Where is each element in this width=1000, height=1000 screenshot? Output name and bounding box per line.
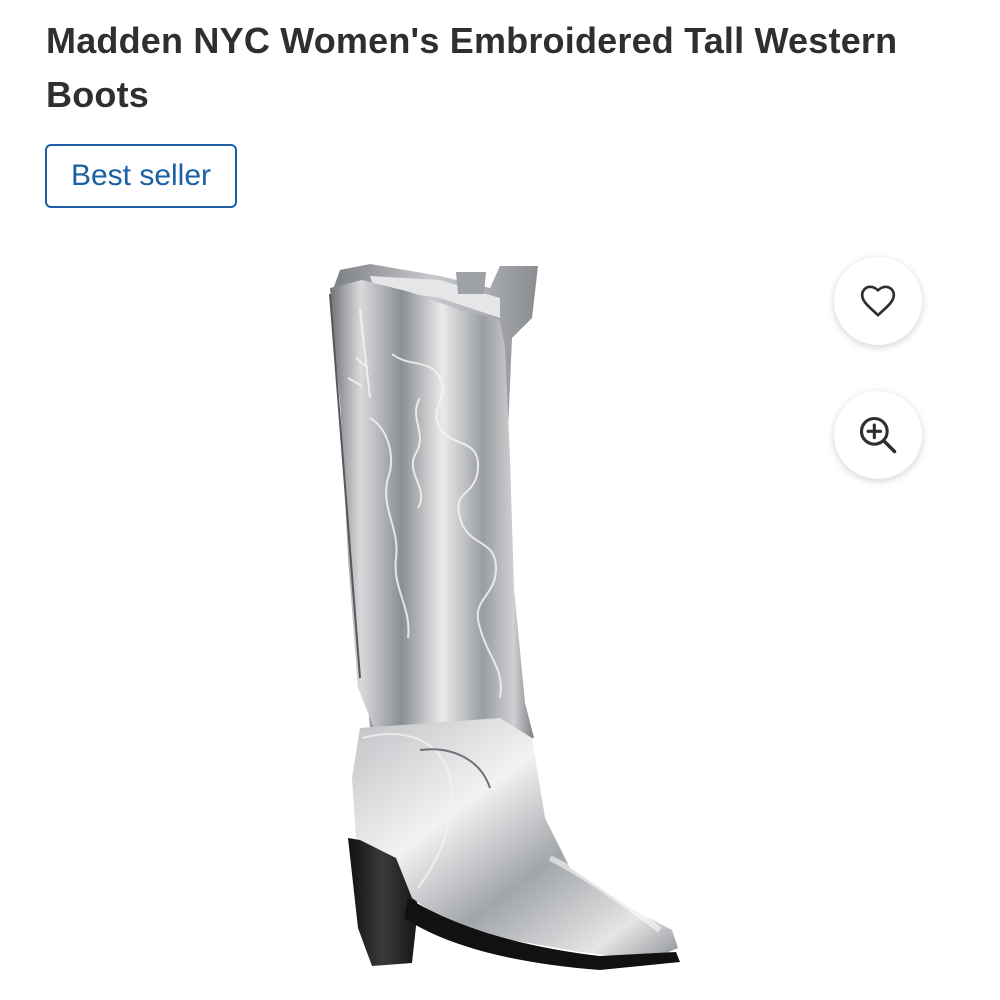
product-image[interactable] [300,258,710,1000]
zoom-image-button[interactable] [834,391,922,479]
zoom-in-icon [859,416,897,454]
product-image-area [0,240,1000,1000]
heart-icon [860,285,896,317]
best-seller-badge: Best seller [45,144,237,208]
best-seller-badge-label: Best seller [70,159,212,192]
product-title: Madden NYC Women's Embroidered Tall West… [46,20,898,115]
add-to-favorites-button[interactable] [834,257,922,345]
